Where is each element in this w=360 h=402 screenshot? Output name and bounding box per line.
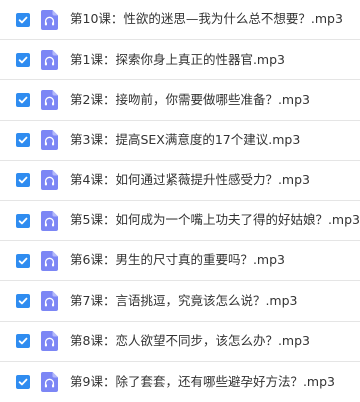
audio-file-icon xyxy=(41,210,58,231)
file-row[interactable]: 第3课：提高SEX满意度的17个建议.mp3 xyxy=(0,121,360,161)
file-row[interactable]: 第8课：恋人欲望不同步，该怎么办？.mp3 xyxy=(0,322,360,362)
file-name[interactable]: 第6课：男生的尺寸真的重要吗？.mp3 xyxy=(70,254,285,267)
file-row[interactable]: 第7课：言语挑逗，究竟该怎么说？.mp3 xyxy=(0,281,360,322)
audio-file-icon xyxy=(41,290,58,311)
file-list: 第10课：性欲的迷思—我为什么总不想要？.mp3 第1课：探索你身上真正的性器官… xyxy=(0,0,360,402)
file-row[interactable]: 第5课：如何成为一个嘴上功夫了得的好姑娘？.mp3 xyxy=(0,201,360,242)
file-name[interactable]: 第7课：言语挑逗，究竟该怎么说？.mp3 xyxy=(70,294,298,308)
checkbox-checked-icon[interactable] xyxy=(16,374,30,389)
file-row[interactable]: 第6课：男生的尺寸真的重要吗？.mp3 xyxy=(0,241,360,282)
checkbox-checked-icon[interactable] xyxy=(16,334,30,349)
audio-file-icon xyxy=(41,170,58,191)
file-row[interactable]: 第2课：接吻前，你需要做哪些准备？.mp3 xyxy=(0,80,360,121)
file-name[interactable]: 第3课：提高SEX满意度的17个建议.mp3 xyxy=(70,133,300,147)
file-row[interactable]: 第9课：除了套套，还有哪些避孕好方法？.mp3 xyxy=(0,362,360,402)
audio-file-icon xyxy=(41,130,58,151)
file-row[interactable]: 第1课：探索你身上真正的性器官.mp3 xyxy=(0,40,360,81)
checkbox-checked-icon[interactable] xyxy=(16,213,30,228)
audio-file-icon xyxy=(41,89,58,110)
file-name[interactable]: 第1课：探索你身上真正的性器官.mp3 xyxy=(70,53,285,67)
file-row[interactable]: 第10课：性欲的迷思—我为什么总不想要？.mp3 xyxy=(0,0,360,41)
checkbox-checked-icon[interactable] xyxy=(16,52,30,67)
checkbox-checked-icon[interactable] xyxy=(16,253,30,268)
checkbox-checked-icon[interactable] xyxy=(16,133,30,148)
file-row[interactable]: 第4课：如何通过紧薇提升性感受力？.mp3 xyxy=(0,161,360,201)
file-name[interactable]: 第10课：性欲的迷思—我为什么总不想要？.mp3 xyxy=(70,13,343,26)
checkbox-checked-icon[interactable] xyxy=(16,293,30,308)
file-name[interactable]: 第4课：如何通过紧薇提升性感受力？.mp3 xyxy=(70,174,310,187)
file-name[interactable]: 第9课：除了套套，还有哪些避孕好方法？.mp3 xyxy=(70,375,335,389)
checkbox-checked-icon[interactable] xyxy=(16,173,30,188)
checkbox-checked-icon[interactable] xyxy=(16,92,30,107)
audio-file-icon xyxy=(41,371,58,392)
audio-file-icon xyxy=(41,9,58,30)
audio-file-icon xyxy=(41,250,58,271)
file-name[interactable]: 第5课：如何成为一个嘴上功夫了得的好姑娘？.mp3 xyxy=(70,214,360,227)
file-name[interactable]: 第2课：接吻前，你需要做哪些准备？.mp3 xyxy=(70,93,310,107)
checkbox-checked-icon[interactable] xyxy=(16,12,30,27)
audio-file-icon xyxy=(41,49,58,70)
audio-file-icon xyxy=(41,331,58,352)
file-name[interactable]: 第8课：恋人欲望不同步，该怎么办？.mp3 xyxy=(70,334,310,348)
